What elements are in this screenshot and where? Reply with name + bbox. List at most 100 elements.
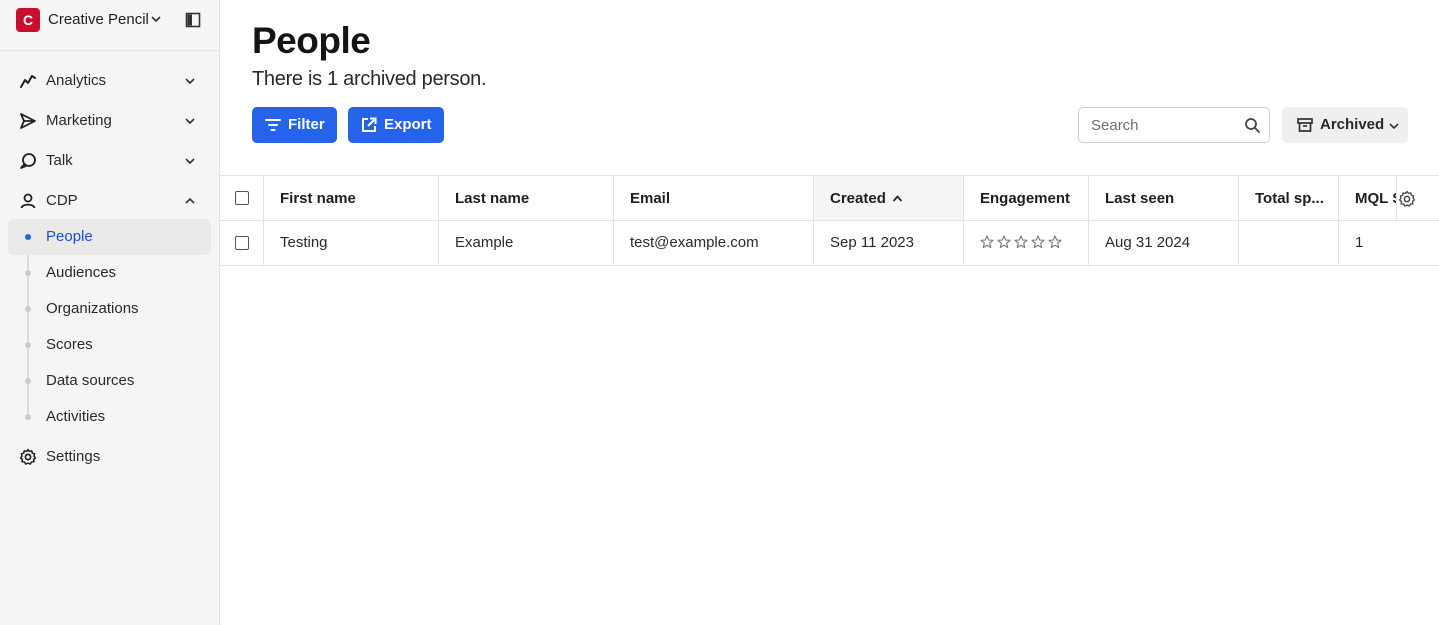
column-label: Last seen — [1105, 190, 1175, 207]
column-header-last-name[interactable]: Last name — [439, 176, 614, 220]
sidebar-item-label: Scores — [46, 336, 93, 353]
workspace-name[interactable]: Creative Pencil — [48, 11, 149, 28]
archived-filter-dropdown[interactable]: Archived — [1282, 107, 1408, 143]
send-icon — [20, 113, 36, 129]
column-divider — [1396, 176, 1397, 221]
external-link-icon — [362, 117, 377, 132]
star-icon — [1031, 235, 1045, 249]
cell-value: test@example.com — [630, 234, 759, 251]
page-title: People — [252, 20, 371, 61]
cell-last-seen: Aug 31 2024 — [1089, 221, 1239, 265]
cell-value: Aug 31 2024 — [1105, 234, 1191, 251]
analytics-icon — [20, 75, 36, 88]
archived-label: Archived — [1320, 116, 1385, 133]
sidebar-item-audiences[interactable]: Audiences — [8, 255, 211, 291]
sidebar-toggle-icon[interactable] — [184, 11, 202, 29]
cell-engagement — [964, 221, 1089, 265]
column-label: Total sp... — [1255, 190, 1324, 207]
cell-email: test@example.com — [614, 221, 814, 265]
bullet-icon — [25, 306, 31, 312]
column-header-total-spent[interactable]: Total sp... — [1239, 176, 1339, 220]
chevron-down-icon — [185, 118, 195, 125]
column-header-email[interactable]: Email — [614, 176, 814, 220]
column-label: First name — [280, 190, 356, 207]
sidebar-item-data-sources[interactable]: Data sources — [8, 363, 211, 399]
star-icon — [1048, 235, 1062, 249]
sidebar-item-talk[interactable]: Talk — [8, 144, 211, 178]
workspace-switcher[interactable]: C Creative Pencil — [0, 0, 219, 51]
sidebar-item-label: Organizations — [46, 300, 139, 317]
select-all-checkbox[interactable] — [235, 191, 249, 205]
bullet-icon — [25, 234, 31, 240]
chevron-down-icon — [185, 78, 195, 85]
export-button[interactable]: Export — [348, 107, 444, 143]
filter-icon — [265, 119, 281, 131]
bullet-icon — [25, 414, 31, 420]
person-icon — [20, 193, 36, 209]
column-header-created[interactable]: Created — [814, 176, 964, 220]
gear-icon — [19, 448, 37, 465]
sidebar-item-label: Data sources — [46, 372, 135, 389]
row-checkbox[interactable] — [235, 236, 249, 250]
column-label: Created — [830, 190, 886, 207]
star-icon — [980, 235, 994, 249]
sidebar-item-label: Settings — [46, 448, 101, 465]
sidebar-item-analytics[interactable]: Analytics — [8, 64, 211, 98]
sidebar-item-label: Activities — [46, 408, 106, 425]
search-input[interactable] — [1080, 109, 1240, 141]
sidebar-item-marketing[interactable]: Marketing — [8, 104, 211, 138]
search-icon[interactable] — [1244, 117, 1261, 134]
chevron-down-icon[interactable] — [150, 13, 162, 25]
cell-value: Example — [455, 234, 514, 251]
cell-value: Sep 11 2023 — [830, 234, 914, 251]
sort-ascending-icon — [892, 195, 903, 202]
sidebar-item-scores[interactable]: Scores — [8, 327, 211, 363]
bullet-icon — [25, 342, 31, 348]
row-select-cell — [220, 221, 264, 265]
engagement-rating — [980, 235, 1062, 249]
chat-icon — [20, 153, 36, 169]
filter-button[interactable]: Filter — [252, 107, 337, 143]
sidebar-item-label: Audiences — [46, 264, 117, 281]
sidebar-item-label: Talk — [46, 152, 73, 169]
sidebar-item-label: Analytics — [46, 72, 107, 89]
page-subtitle: There is 1 archived person. — [252, 68, 487, 90]
workspace-logo: C — [16, 8, 40, 32]
search-box — [1078, 107, 1270, 143]
filter-button-label: Filter — [288, 116, 325, 133]
archive-icon — [1297, 118, 1313, 132]
sidebar: C Creative Pencil Analytics Marketing Ta… — [0, 0, 220, 625]
sidebar-item-people[interactable]: People — [8, 219, 211, 255]
column-settings-gear-icon[interactable] — [1398, 190, 1416, 208]
column-label: MQL S — [1355, 190, 1396, 207]
star-icon — [1014, 235, 1028, 249]
cell-last-name: Example — [439, 221, 614, 265]
column-header-mql-score[interactable]: MQL S — [1339, 176, 1396, 220]
column-header-engagement[interactable]: Engagement — [964, 176, 1089, 220]
column-header-last-seen[interactable]: Last seen — [1089, 176, 1239, 220]
sidebar-item-activities[interactable]: Activities — [8, 399, 211, 435]
bullet-icon — [25, 378, 31, 384]
sidebar-item-cdp[interactable]: CDP — [8, 184, 211, 218]
sidebar-item-label: CDP — [46, 192, 78, 209]
column-label: Last name — [455, 190, 530, 207]
table-header: First name Last name Email Created Engag… — [220, 175, 1439, 221]
export-button-label: Export — [384, 116, 432, 133]
sidebar-item-label: Marketing — [46, 112, 112, 129]
chevron-down-icon — [1389, 123, 1399, 130]
sidebar-item-organizations[interactable]: Organizations — [8, 291, 211, 327]
column-label: Email — [630, 190, 671, 207]
cell-value: Testing — [280, 234, 328, 251]
chevron-down-icon — [185, 158, 195, 165]
column-header-first-name[interactable]: First name — [264, 176, 439, 220]
cell-created: Sep 11 2023 — [814, 221, 964, 265]
sidebar-item-label: People — [46, 228, 93, 245]
cell-value: 1 — [1355, 234, 1364, 251]
bullet-icon — [25, 270, 31, 276]
table-row[interactable]: Testing Example test@example.com Sep 11 … — [220, 221, 1439, 266]
star-icon — [997, 235, 1011, 249]
main-content: People There is 1 archived person. Filte… — [220, 0, 1439, 625]
sidebar-item-settings[interactable]: Settings — [8, 440, 211, 474]
header-select-cell — [220, 176, 264, 220]
cell-mql-score: 1 — [1339, 221, 1439, 265]
